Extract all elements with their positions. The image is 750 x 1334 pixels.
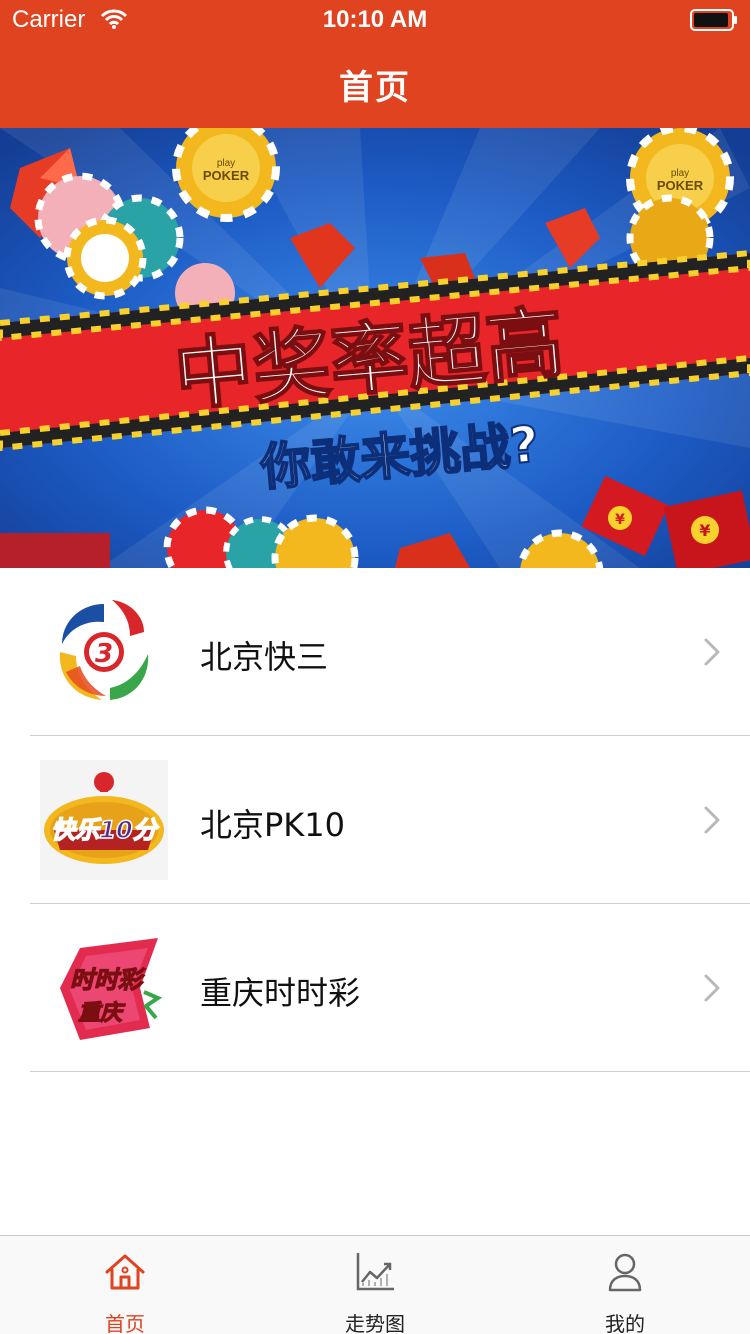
tab-profile[interactable]: 我的	[500, 1236, 750, 1334]
list-item-beijing-pk10[interactable]: 快乐10分 北京PK10	[0, 736, 750, 904]
user-icon	[608, 1253, 642, 1292]
divider	[30, 1071, 750, 1072]
list-item-label: 重庆时时彩	[200, 974, 361, 1012]
page-title: 首页	[339, 68, 411, 108]
tab-home[interactable]: 首页	[0, 1236, 250, 1334]
tab-bar: 首页 走势图 我的	[0, 1235, 750, 1334]
chevron-right-icon	[704, 638, 720, 666]
shishicai-logo-icon: 时时彩 重庆	[60, 938, 163, 1040]
list-item-label: 北京快三	[200, 638, 329, 676]
tab-trend-chart[interactable]: 走势图	[250, 1236, 500, 1334]
svg-text:¥: ¥	[615, 512, 625, 528]
list-item-chongqing-shishicai[interactable]: 时时彩 重庆 重庆时时彩	[0, 904, 750, 1072]
chevron-right-icon	[704, 806, 720, 834]
navigation-header: Carrier 10:10 AM 首页	[0, 0, 750, 128]
kuai3-logo-icon: 3	[59, 600, 149, 700]
svg-text:¥: ¥	[699, 521, 710, 540]
status-time: 10:10 AM	[322, 6, 428, 33]
svg-text:时时彩: 时时彩	[70, 966, 146, 994]
tab-label: 走势图	[345, 1312, 405, 1334]
svg-text:POKER: POKER	[657, 178, 704, 193]
svg-text:3: 3	[95, 639, 113, 669]
svg-text:快乐10分: 快乐10分	[51, 816, 159, 844]
tab-label: 我的	[605, 1312, 645, 1334]
home-icon	[105, 1254, 145, 1290]
list-item-label: 北京PK10	[200, 806, 346, 844]
tab-label: 首页	[105, 1312, 145, 1334]
battery-icon	[690, 9, 737, 31]
kuaile10fen-logo-icon: 快乐10分	[40, 760, 168, 880]
chart-icon	[356, 1253, 394, 1291]
svg-text:重庆: 重庆	[78, 1000, 126, 1026]
list-item-beijing-kuai3[interactable]: 3 北京快三	[0, 568, 750, 736]
status-bar: Carrier 10:10 AM	[0, 0, 750, 40]
chevron-right-icon	[704, 974, 720, 1002]
promo-banner[interactable]: play POKER play POKER 中奖率超高 你敢来挑战? ¥ ¥	[0, 128, 750, 568]
svg-text:POKER: POKER	[203, 168, 250, 183]
banner-illustration: play POKER play POKER 中奖率超高 你敢来挑战? ¥ ¥	[0, 128, 750, 568]
